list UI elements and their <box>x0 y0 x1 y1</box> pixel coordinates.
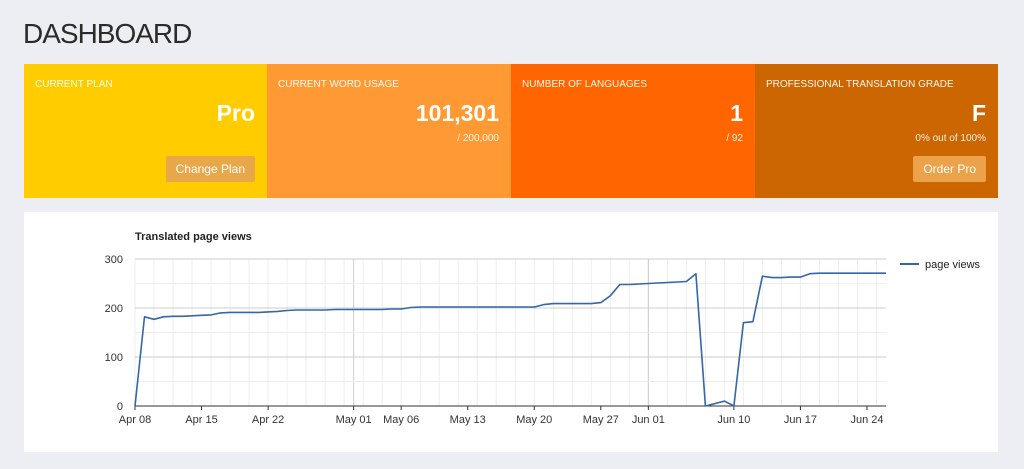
y-tick-label: 200 <box>105 303 123 315</box>
x-tick-label: Jun 10 <box>717 414 750 426</box>
card-value: 101,301 <box>415 100 499 126</box>
page-title: DASHBOARD <box>23 18 192 49</box>
card-label: PROFESSIONAL TRANSLATION GRADE <box>766 79 954 90</box>
x-tick-label: May 13 <box>450 414 486 426</box>
word-usage-card: CURRENT WORD USAGE 101,301 / 200,000 <box>267 64 511 198</box>
card-value: F <box>971 100 986 126</box>
card-label: NUMBER OF LANGUAGES <box>522 79 648 90</box>
card-label: CURRENT PLAN <box>35 79 113 90</box>
page-views-chart: Translated page views 0 100 200 300 Apr 08 Apr… <box>105 231 981 426</box>
x-tick-label: May 06 <box>383 414 419 426</box>
x-tick-label: Apr 08 <box>119 414 151 426</box>
x-tick-label: Apr 15 <box>185 414 217 426</box>
x-tick-label: Jun 01 <box>632 414 665 426</box>
chart-title: Translated page views <box>135 231 252 243</box>
card-value: Pro <box>216 100 255 126</box>
chart-panel: Translated page views 0 100 200 300 Apr 08 Apr… <box>24 212 998 452</box>
x-tick-label: Jun 17 <box>784 414 817 426</box>
x-tick-label: May 27 <box>583 414 619 426</box>
change-plan-button[interactable]: Change Plan <box>165 156 255 182</box>
card-value: 1 <box>730 100 743 126</box>
series-line-page-views <box>134 272 886 407</box>
y-tick-label: 0 <box>117 401 123 413</box>
y-tick-label: 100 <box>105 352 123 364</box>
current-plan-card: CURRENT PLAN Pro Change Plan <box>24 64 267 198</box>
languages-card: NUMBER OF LANGUAGES 1 / 92 <box>511 64 755 198</box>
translation-grade-card: PROFESSIONAL TRANSLATION GRADE F 0% out … <box>755 64 998 198</box>
card-subvalue: / 92 <box>726 133 743 144</box>
x-tick-label: Apr 22 <box>252 414 284 426</box>
legend-label: page views <box>925 259 981 271</box>
y-tick-label: 300 <box>105 254 123 266</box>
order-pro-button[interactable]: Order Pro <box>913 156 986 182</box>
card-subvalue: 0% out of 100% <box>915 133 986 144</box>
x-tick-label: Jun 24 <box>850 414 883 426</box>
x-tick-label: May 01 <box>336 414 372 426</box>
x-tick-label: May 20 <box>516 414 552 426</box>
stats-cards: CURRENT PLAN Pro Change Plan CURRENT WOR… <box>24 64 998 198</box>
card-label: CURRENT WORD USAGE <box>278 79 399 90</box>
card-subvalue: / 200,000 <box>457 133 499 144</box>
